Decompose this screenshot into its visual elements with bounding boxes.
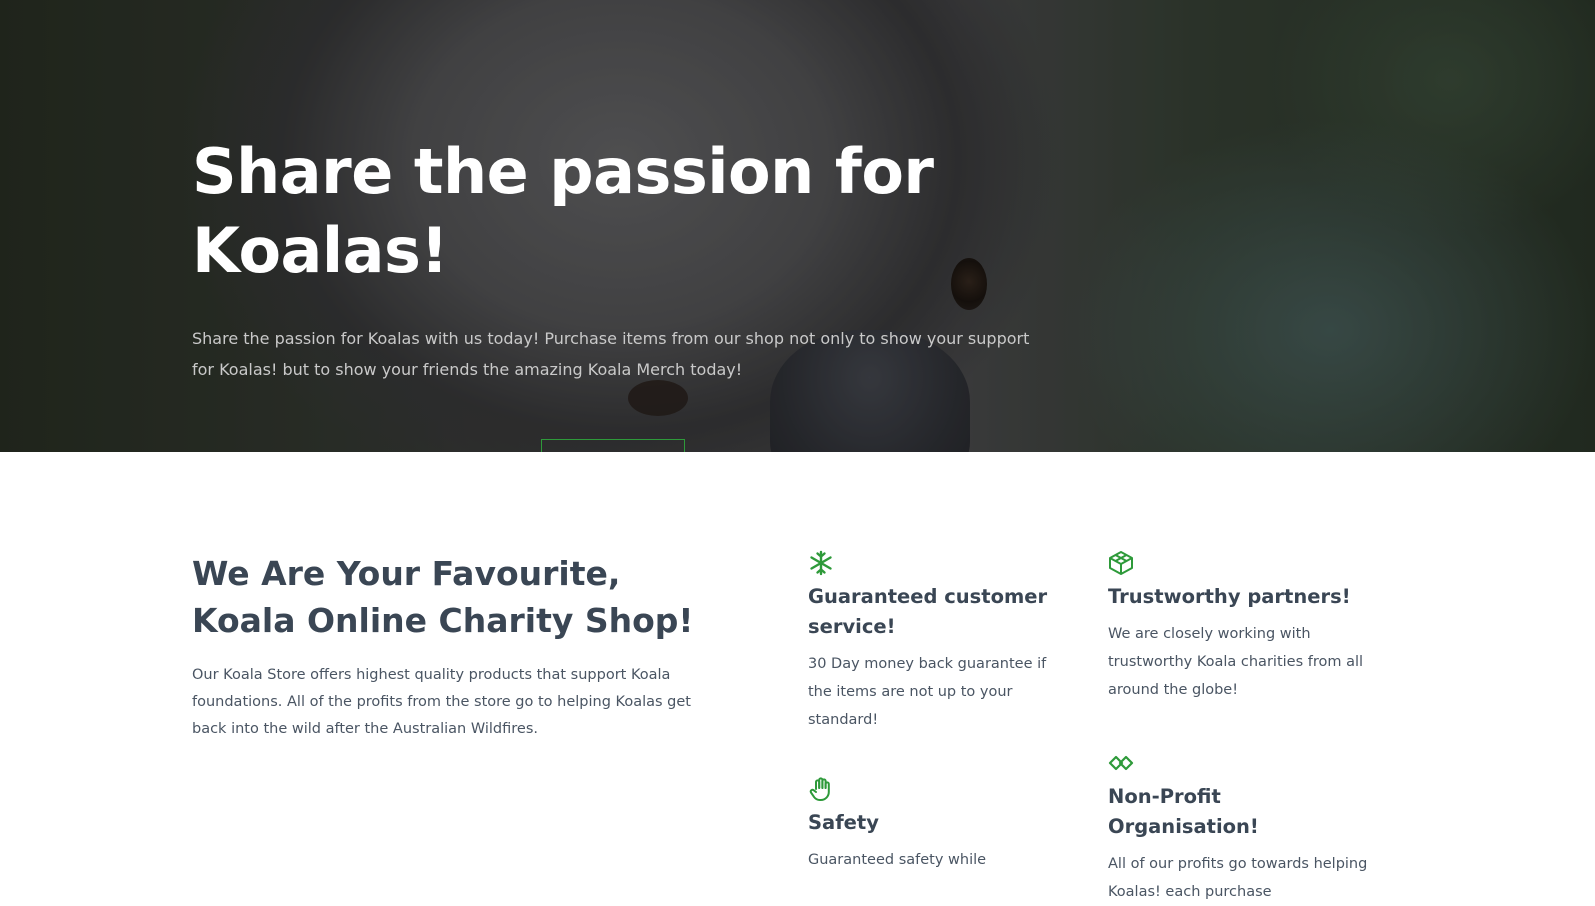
hero-banner: Share the passion for Koalas! Share the … <box>0 0 1595 452</box>
codepen-icon <box>1108 755 1134 771</box>
feature-title: Non-Profit Organisation! <box>1108 785 1259 838</box>
feature-customer-service: Guaranteed customer service! 30 Day mone… <box>808 550 1064 734</box>
feature-title: Trustworthy partners! <box>1108 585 1351 608</box>
feature-text: 30 Day money back guarantee if the items… <box>808 656 1047 728</box>
feature-title: Safety <box>808 811 879 834</box>
hero-title: Share the passion for Koalas! <box>192 135 934 287</box>
hero-description: Share the passion for Koalas with us tod… <box>192 329 1030 379</box>
snowflake-icon <box>810 550 832 576</box>
feature-non-profit: Non-Profit Organisation! All of our prof… <box>1108 750 1378 906</box>
feature-title: Guaranteed customer service! <box>808 585 1048 638</box>
hero-cta-button[interactable] <box>541 439 685 452</box>
about-description: Our Koala Store offers highest quality p… <box>192 667 691 737</box>
cube-icon <box>1109 551 1133 575</box>
feature-safety: Safety Guaranteed safety while <box>808 776 1064 874</box>
feature-text: All of our profits go towards helping Ko… <box>1108 856 1368 900</box>
feature-text: Guaranteed safety while <box>808 852 987 868</box>
feature-partners: Trustworthy partners! We are closely wor… <box>1108 550 1378 704</box>
hand-icon <box>809 777 830 801</box>
feature-text: We are closely working with trustworthy … <box>1108 626 1364 698</box>
about-title: We Are Your Favourite, Koala Online Char… <box>192 554 694 640</box>
